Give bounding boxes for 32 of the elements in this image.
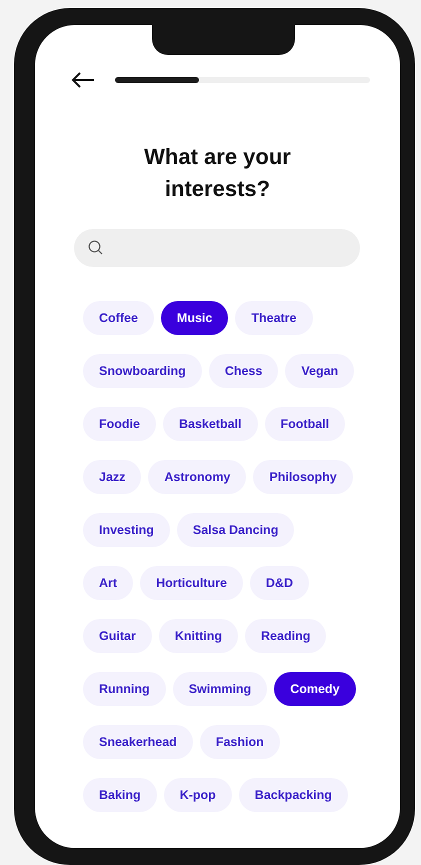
interest-chip[interactable]: Theatre [235, 301, 312, 335]
interest-chip[interactable]: Swimming [172, 672, 268, 706]
interest-chip[interactable]: D&D [250, 566, 309, 600]
search-icon [88, 240, 104, 256]
interest-chip[interactable]: Baking [83, 778, 157, 812]
search-field[interactable] [74, 229, 360, 267]
interest-chip[interactable]: Comedy [274, 672, 356, 706]
interest-chip[interactable]: Salsa Dancing [176, 513, 294, 547]
interest-chip[interactable]: Philosophy [253, 460, 353, 494]
interest-chip[interactable]: Vegan [285, 354, 354, 388]
interest-chip[interactable]: Horticulture [140, 566, 243, 600]
interest-chip[interactable]: Jazz [83, 460, 142, 494]
interest-chip[interactable]: Running [83, 672, 166, 706]
interest-chip[interactable]: Basketball [162, 407, 258, 441]
interest-chip[interactable]: Chess [208, 354, 278, 388]
interest-chip[interactable]: Coffee [83, 301, 154, 335]
interest-chip[interactable]: Snowboarding [83, 354, 202, 388]
interest-chip[interactable]: Knitting [158, 619, 238, 653]
interest-chip[interactable]: Reading [245, 619, 326, 653]
interest-chip[interactable]: K-pop [164, 778, 232, 812]
interest-chip[interactable]: Fashion [200, 725, 280, 759]
interest-chip[interactable]: Guitar [83, 619, 152, 653]
interest-chip[interactable]: Music [160, 301, 228, 335]
interest-chip[interactable]: Astronomy [148, 460, 246, 494]
interest-chip[interactable]: Art [83, 566, 134, 600]
back-arrow-icon[interactable] [71, 71, 95, 89]
interest-chip[interactable]: Foodie [83, 407, 156, 441]
interest-chip[interactable]: Backpacking [238, 778, 348, 812]
interest-chip[interactable]: Sneakerhead [83, 725, 193, 759]
page-title: What are your interests? [143, 143, 292, 203]
interest-chip[interactable]: Investing [83, 513, 170, 547]
interest-chip[interactable]: Football [264, 407, 346, 441]
